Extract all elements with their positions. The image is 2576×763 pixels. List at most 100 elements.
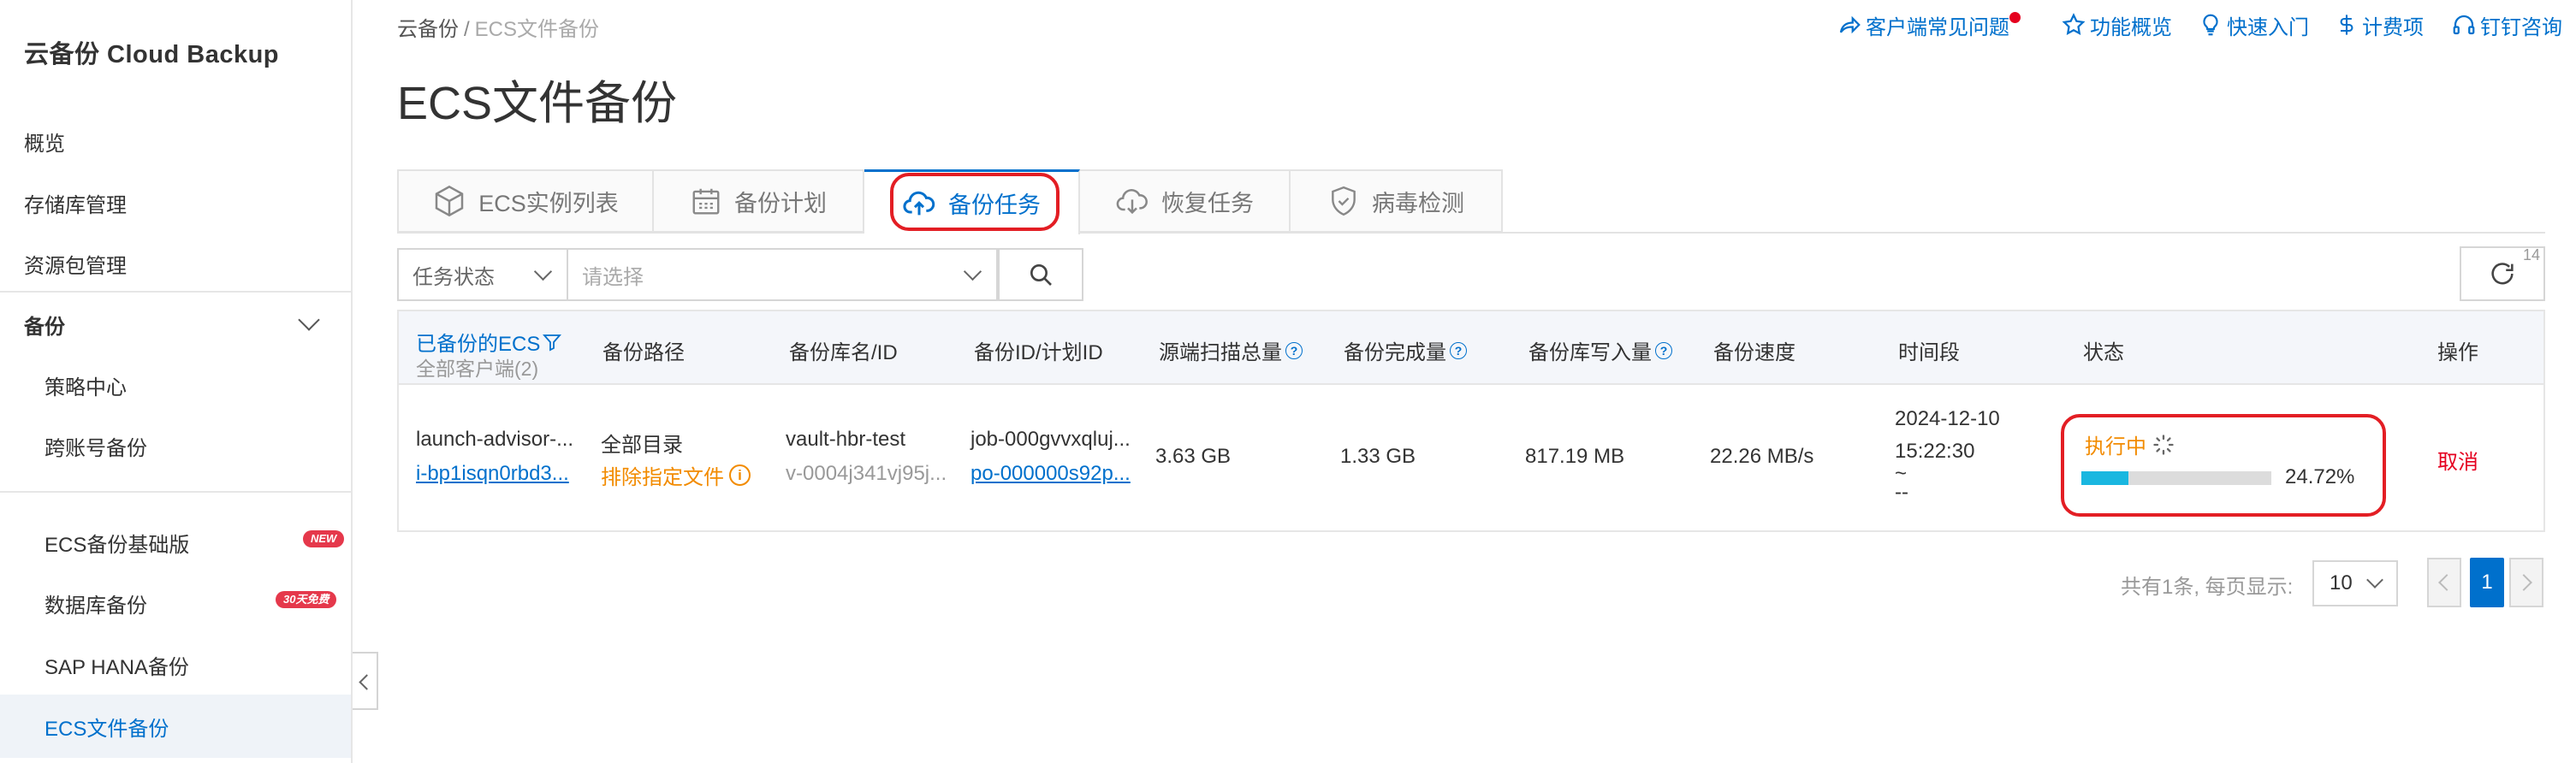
cancel-button[interactable]: 取消 xyxy=(2437,445,2478,475)
col-written-header: 备份库写入量? xyxy=(1528,335,1672,365)
prev-page-button[interactable] xyxy=(2427,558,2461,607)
table-header xyxy=(399,311,2543,385)
sidebar-item-policy[interactable]: 策略中心 xyxy=(45,370,127,400)
filter-value-select[interactable]: 请选择 xyxy=(568,248,998,301)
chevron-down-icon xyxy=(2366,571,2383,589)
scanned-total: 3.63 GB xyxy=(1155,445,1232,468)
col-job-header: 备份ID/计划ID xyxy=(974,341,1103,364)
link-label: 客户端常见问题 xyxy=(1866,15,2009,39)
highlight-box-status xyxy=(2061,414,2386,517)
search-icon xyxy=(1030,264,1052,286)
link-label: 功能概览 xyxy=(2090,15,2172,39)
help-icon[interactable]: ? xyxy=(1655,341,1672,359)
breadcrumb-current: ECS文件备份 xyxy=(474,18,600,41)
col-label: 备份库写入量 xyxy=(1528,341,1652,364)
share-icon xyxy=(1839,15,1861,34)
pagination-summary: 共有1条, 每页显示: xyxy=(2121,576,2294,599)
ecs-name: launch-advisor-... xyxy=(416,428,574,451)
col-ecs-sub[interactable]: 全部客户端(2) xyxy=(416,352,538,382)
link-label: 快速入门 xyxy=(2227,15,2309,39)
chevron-down-icon xyxy=(533,262,553,281)
job-id: job-000gvvxqluj... xyxy=(970,428,1131,451)
col-action-header: 操作 xyxy=(2437,341,2478,364)
vault-id: v-0004j341vj95j... xyxy=(786,462,947,485)
link-feature-overview[interactable]: 功能概览 xyxy=(2061,10,2172,39)
star-icon xyxy=(2062,13,2086,35)
refresh-icon xyxy=(2491,263,2514,285)
tab-label: ECS实例列表 xyxy=(478,190,619,216)
sidebar-item-vault[interactable]: 存储库管理 xyxy=(24,188,127,218)
shield-icon xyxy=(1332,186,1356,216)
sidebar-item-resource-pack[interactable]: 资源包管理 xyxy=(24,249,127,279)
col-scanned-header: 源端扫描总量? xyxy=(1159,335,1303,365)
link-client-faq[interactable]: 客户端常见问题 xyxy=(1837,10,2009,39)
link-label: 计费项 xyxy=(2362,15,2424,39)
tab-ecs-instances[interactable]: ECS实例列表 xyxy=(397,169,654,233)
next-page-button[interactable] xyxy=(2509,558,2543,607)
filter-field-select[interactable]: 任务状态 xyxy=(397,248,568,301)
breadcrumb-separator: / xyxy=(464,18,470,41)
page-size-select[interactable]: 10 xyxy=(2312,560,2398,606)
breadcrumb-root[interactable]: 云备份 xyxy=(397,18,459,41)
link-dingtalk[interactable]: 钉钉咨询 xyxy=(2451,10,2562,39)
plan-id-link[interactable]: po-000000s92p... xyxy=(970,462,1131,486)
vault-written: 817.19 MB xyxy=(1525,445,1625,468)
bulb-icon xyxy=(2203,14,2218,36)
filter-icon[interactable] xyxy=(542,332,562,352)
cloud-download-icon xyxy=(1116,189,1148,215)
free-trial-badge: 30天免费 xyxy=(276,591,337,608)
time-start-clock: 15:22:30 xyxy=(1895,440,1975,463)
exclude-files-label: 排除指定文件 xyxy=(601,466,724,489)
notification-dot xyxy=(2009,12,2021,23)
link-billing[interactable]: 计费项 xyxy=(2335,10,2424,39)
tab-restore-jobs[interactable]: 恢复任务 xyxy=(1080,169,1291,233)
headset-icon xyxy=(2453,15,2475,35)
tab-label: 恢复任务 xyxy=(1161,190,1254,216)
help-icon[interactable]: ? xyxy=(1285,341,1303,359)
col-done-header: 备份完成量? xyxy=(1344,335,1467,365)
sidebar-group-backup[interactable]: 备份 xyxy=(24,310,65,340)
backup-speed: 22.26 MB/s xyxy=(1710,445,1814,468)
backup-path: 全部目录 xyxy=(601,434,683,457)
chevron-right-icon xyxy=(2515,574,2532,591)
sidebar-item-ecs-file[interactable]: ECS文件备份 xyxy=(45,712,169,742)
help-icon[interactable]: ? xyxy=(1450,341,1467,359)
sidebar-collapse-button[interactable] xyxy=(353,652,378,710)
col-status-header: 状态 xyxy=(2083,341,2124,364)
tab-label: 备份计划 xyxy=(734,190,827,216)
info-icon[interactable]: i xyxy=(729,464,751,486)
new-badge: NEW xyxy=(303,530,345,547)
page-size-value: 10 xyxy=(2330,571,2353,594)
sidebar-item-database[interactable]: 数据库备份 xyxy=(45,589,147,618)
refresh-count: 14 xyxy=(2523,246,2541,263)
chevron-down-icon[interactable] xyxy=(298,309,320,331)
sidebar: 云备份 Cloud Backup 概览 存储库管理 资源包管理 备份 策略中心 … xyxy=(0,0,353,763)
sidebar-divider xyxy=(0,491,351,493)
vault-name: vault-hbr-test xyxy=(786,428,906,451)
backup-done: 1.33 GB xyxy=(1340,445,1416,468)
chevron-down-icon xyxy=(963,262,982,281)
tab-virus-scan[interactable]: 病毒检测 xyxy=(1291,169,1503,233)
col-time-header: 时间段 xyxy=(1898,341,1960,364)
link-label: 钉钉咨询 xyxy=(2480,15,2562,39)
filter-field-value: 任务状态 xyxy=(413,265,495,289)
tab-backup-plan[interactable]: 备份计划 xyxy=(654,169,864,233)
time-end: -- xyxy=(1895,481,1908,504)
sidebar-item-ecs-basic[interactable]: ECS备份基础版 xyxy=(45,528,189,558)
chevron-left-icon xyxy=(2438,574,2455,591)
filter-placeholder: 请选择 xyxy=(582,265,644,289)
ecs-id-link[interactable]: i-bp1isqn0rbd3... xyxy=(416,462,569,486)
link-quick-start[interactable]: 快速入门 xyxy=(2198,10,2309,39)
chevron-left-icon xyxy=(359,674,375,690)
sidebar-item-cross-account[interactable]: 跨账号备份 xyxy=(45,431,147,461)
search-button[interactable] xyxy=(998,248,1083,301)
exclude-files[interactable]: 排除指定文件 i xyxy=(601,460,751,490)
page-number-current[interactable]: 1 xyxy=(2470,558,2504,607)
col-path-header: 备份路径 xyxy=(602,341,685,364)
cube-icon xyxy=(435,185,464,217)
dollar-icon xyxy=(2340,15,2353,35)
sidebar-item-sap-hana[interactable]: SAP HANA备份 xyxy=(45,650,189,680)
col-label: 源端扫描总量 xyxy=(1159,341,1282,364)
sidebar-item-overview[interactable]: 概览 xyxy=(24,127,65,157)
calendar-icon xyxy=(692,188,720,215)
